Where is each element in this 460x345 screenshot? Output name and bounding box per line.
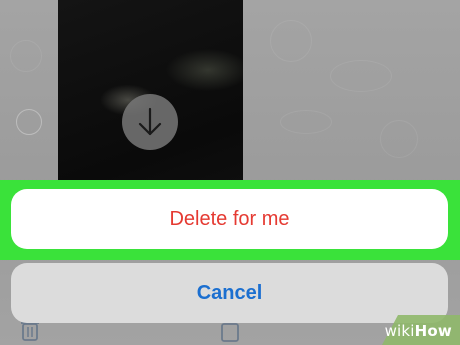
watermark-label: wikiHow xyxy=(384,322,452,340)
wallpaper-doodle xyxy=(280,110,332,134)
download-button[interactable] xyxy=(122,94,178,150)
arrow-down-icon xyxy=(138,107,162,136)
wallpaper-doodle xyxy=(380,120,418,158)
screen: Delete for me Cancel wikiHow xyxy=(0,0,460,345)
wikihow-watermark: wikiHow xyxy=(368,313,460,345)
delete-for-me-button[interactable]: Delete for me xyxy=(11,189,448,249)
message-select-circle[interactable] xyxy=(16,109,42,135)
wallpaper-doodle xyxy=(330,60,392,92)
wallpaper-doodle xyxy=(270,20,312,62)
wallpaper-doodle xyxy=(10,40,42,72)
